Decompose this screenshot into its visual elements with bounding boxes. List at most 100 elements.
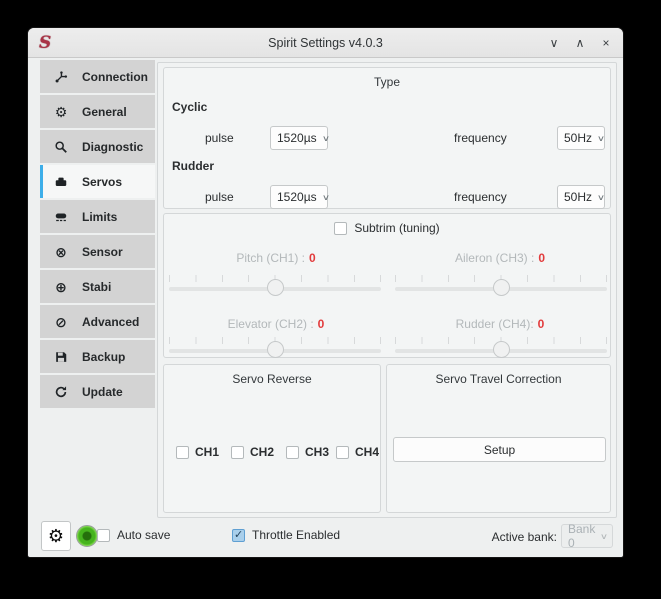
slider-handle[interactable] [493, 341, 510, 358]
chevron-down-icon: ∨ [321, 193, 329, 202]
sidebar-item-label: Diagnostic [82, 140, 143, 154]
window-controls: ∨ ∧ × [547, 28, 613, 58]
servo-reverse-title: Servo Reverse [164, 372, 380, 386]
rudder-frequency-value: 50Hz [564, 190, 592, 204]
elevator-ch2-value: 0 [318, 317, 325, 331]
sidebar-item-advanced[interactable]: ⊘ Advanced [40, 305, 155, 338]
connection-status-led [76, 525, 98, 547]
connection-icon [53, 69, 69, 85]
rudder-frequency-select[interactable]: 50Hz ∨ [557, 185, 605, 209]
chevron-down-icon: ∨ [321, 134, 329, 143]
ch3-checkbox[interactable] [286, 446, 299, 459]
cyclic-pulse-value: 1520µs [277, 131, 317, 145]
maximize-icon[interactable]: ∧ [573, 36, 587, 50]
gear-icon: ⚙ [53, 104, 69, 120]
sidebar: Connection ⚙ General Diagnostic Servos L… [40, 60, 155, 410]
ch3-label: CH3 [305, 445, 329, 459]
sidebar-item-general[interactable]: ⚙ General [40, 95, 155, 128]
rudder-ch4-slider[interactable] [395, 335, 607, 359]
titlebar: S Spirit Settings v4.0.3 ∨ ∧ × [28, 28, 623, 58]
cyclic-frequency-select[interactable]: 50Hz∨ [557, 126, 605, 150]
sidebar-item-label: Stabi [82, 280, 111, 294]
subtrim-checkbox[interactable] [334, 222, 347, 235]
sidebar-item-label: Limits [82, 210, 117, 224]
rudder-ch4-label: Rudder (CH4):0 [388, 317, 612, 331]
slider-handle[interactable] [493, 279, 510, 296]
active-bank-select[interactable]: Bank 0∨ [561, 524, 613, 548]
floppy-icon [53, 349, 69, 365]
sidebar-item-sensor[interactable]: ⊗ Sensor [40, 235, 155, 268]
refresh-icon [53, 384, 69, 400]
elevator-ch2-slider[interactable] [169, 335, 381, 359]
sidebar-item-label: General [82, 105, 127, 119]
rudder-pulse-select[interactable]: 1520µs ∨ [270, 185, 328, 209]
sidebar-item-label: Connection [82, 70, 148, 84]
window-title: Spirit Settings v4.0.3 [28, 28, 623, 58]
pitch-ch1-label: Pitch (CH1) :0 [164, 251, 388, 265]
subtrim-checkbox-label: Subtrim (tuning) [354, 221, 439, 235]
servos-page: Type Cyclic pulse 1520µs ∨ frequency 50Hz… [157, 62, 617, 518]
servo-reverse-group: Servo Reverse CH1 CH2 CH3 CH4 [163, 364, 381, 513]
servo-icon [53, 174, 69, 190]
slider-handle[interactable] [267, 341, 284, 358]
sidebar-item-servos[interactable]: Servos [40, 165, 155, 198]
crosshair-icon: ⊕ [53, 279, 69, 295]
close-icon[interactable]: × [599, 36, 613, 50]
ch3-reverse: CH3 [286, 445, 329, 459]
rudder-frequency-label: frequency [454, 190, 507, 204]
subtrim-checkbox-row: Subtrim (tuning) [164, 221, 610, 235]
sensor-icon: ⊗ [53, 244, 69, 260]
ch2-label: CH2 [250, 445, 274, 459]
aileron-ch3-value: 0 [538, 251, 545, 265]
sidebar-item-label: Servos [82, 175, 122, 189]
type-group: Type Cyclic pulse 1520µs ∨ frequency 50Hz… [163, 67, 611, 209]
sidebar-item-stabi[interactable]: ⊕ Stabi [40, 270, 155, 303]
sidebar-item-connection[interactable]: Connection [40, 60, 155, 93]
auto-save-label: Auto save [117, 528, 170, 542]
aileron-ch3-label: Aileron (CH3) :0 [388, 251, 612, 265]
auto-save-checkbox[interactable] [97, 529, 110, 542]
minimize-icon[interactable]: ∨ [547, 36, 561, 50]
ch1-checkbox[interactable] [176, 446, 189, 459]
sidebar-item-label: Sensor [82, 245, 123, 259]
sidebar-item-limits[interactable]: Limits [40, 200, 155, 233]
rudder-pulse-value: 1520µs [277, 190, 317, 204]
ch2-checkbox[interactable] [231, 446, 244, 459]
servo-travel-group: Servo Travel Correction Setup [386, 364, 611, 513]
limits-icon [53, 209, 69, 225]
sidebar-item-diagnostic[interactable]: Diagnostic [40, 130, 155, 163]
throttle-option: Throttle Enabled [232, 528, 340, 542]
sidebar-item-label: Update [82, 385, 123, 399]
throttle-checkbox[interactable] [232, 529, 245, 542]
ch4-reverse: CH4 [336, 445, 379, 459]
cyclic-frequency-value: 50Hz [564, 131, 592, 145]
ch1-label: CH1 [195, 445, 219, 459]
rudder-label: Rudder [172, 159, 214, 173]
sidebar-item-backup[interactable]: Backup [40, 340, 155, 373]
throttle-label: Throttle Enabled [252, 528, 340, 542]
type-group-title: Type [164, 75, 610, 89]
cyclic-pulse-select[interactable]: 1520µs ∨ [270, 126, 328, 150]
ch2-reverse: CH2 [231, 445, 274, 459]
sidebar-item-update[interactable]: Update [40, 375, 155, 408]
cyclic-pulse-label: pulse [205, 131, 234, 145]
ch1-reverse: CH1 [176, 445, 219, 459]
spirit-settings-window: S Spirit Settings v4.0.3 ∨ ∧ × Connectio… [28, 28, 623, 557]
gear-icon: ⚙ [48, 526, 64, 547]
aileron-ch3-slider[interactable] [395, 273, 607, 297]
magnifier-icon [53, 139, 69, 155]
ch4-checkbox[interactable] [336, 446, 349, 459]
settings-gear-button[interactable]: ⚙ [41, 521, 71, 551]
sidebar-item-label: Advanced [82, 315, 139, 329]
auto-save-option: Auto save [97, 528, 170, 542]
cyclic-frequency-label: frequency [454, 131, 507, 145]
slider-handle[interactable] [267, 279, 284, 296]
chevron-down-icon: ∨ [597, 193, 605, 202]
active-bank-value: Bank 0 [568, 522, 595, 550]
bottom-bar: ⚙ Auto save Throttle Enabled Active bank… [28, 518, 623, 557]
rudder-ch4-value: 0 [538, 317, 545, 331]
rudder-pulse-label: pulse [205, 190, 234, 204]
cyclic-label: Cyclic [172, 100, 207, 114]
setup-button[interactable]: Setup [393, 437, 606, 462]
pitch-ch1-slider[interactable] [169, 273, 381, 297]
